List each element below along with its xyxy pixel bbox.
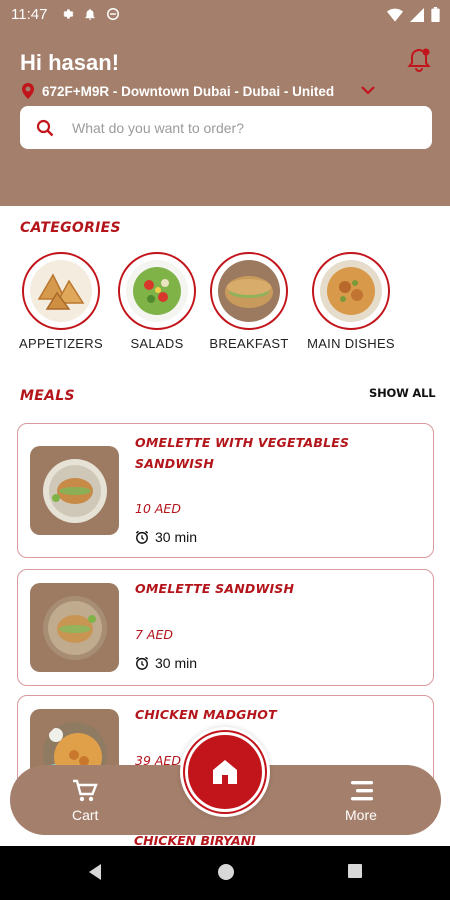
appetizers-image (30, 260, 92, 322)
recents-icon[interactable] (347, 863, 363, 879)
chevron-down-icon[interactable] (360, 85, 376, 95)
meal-time-text: 30 min (155, 655, 198, 671)
menu-icon (350, 781, 373, 801)
meal-image (30, 583, 119, 672)
category-appetizers[interactable]: APPETIZERS (6, 252, 116, 351)
status-bar: 11:47 (0, 0, 450, 30)
category-breakfast[interactable]: BREAKFAST (194, 252, 304, 351)
no-disturb-icon (107, 8, 119, 20)
search-bar[interactable] (20, 106, 432, 149)
search-input[interactable] (72, 119, 392, 136)
home-button-inner (185, 732, 265, 812)
category-image (312, 252, 390, 330)
meal-card[interactable]: OMELETTE WITH VEGETABLES SANDWISH 10 AED… (17, 423, 434, 558)
header: Hi hasan! 672F+M9R - Downtown Dubai - Du… (0, 30, 450, 206)
back-icon[interactable] (87, 863, 103, 881)
categories-title: CATEGORIES (20, 220, 121, 236)
home-circle-icon[interactable] (217, 863, 235, 881)
notifications-button[interactable] (405, 46, 433, 79)
alarm-clock-icon (135, 656, 149, 670)
system-nav-bar (0, 846, 450, 900)
greeting: Hi hasan! (20, 50, 120, 75)
signal-icon (410, 7, 424, 22)
home-button[interactable] (180, 727, 270, 817)
meal-time: 30 min (135, 529, 197, 545)
cart-button[interactable]: Cart (72, 779, 98, 823)
more-button[interactable]: More (345, 779, 377, 823)
category-image (210, 252, 288, 330)
show-all-link[interactable]: SHOW ALL (369, 386, 436, 400)
category-label: APPETIZERS (19, 336, 103, 351)
meal-name: OMELETTE WITH VEGETABLES SANDWISH (135, 435, 350, 471)
omelette-vegetables-image (42, 458, 107, 523)
meal-card[interactable]: OMELETTE SANDWISH 7 AED 30 min (17, 569, 434, 686)
category-image (118, 252, 196, 330)
location-text: 672F+M9R - Downtown Dubai - Dubai - Unit… (42, 83, 335, 99)
category-label: BREAKFAST (209, 336, 289, 351)
main-dishes-image (320, 260, 382, 322)
meal-name: OMELETTE SANDWISH (135, 581, 295, 596)
more-label: More (345, 807, 377, 823)
wifi-icon (387, 8, 403, 22)
location-pin-icon (22, 83, 34, 99)
battery-icon (431, 7, 440, 22)
gear-icon (63, 9, 74, 19)
meal-name: CHICKEN MADGHOT (135, 707, 277, 722)
meal-price: 7 AED (135, 627, 174, 642)
breakfast-image (218, 260, 280, 322)
cart-label: Cart (72, 807, 99, 823)
meal-price: 10 AED (135, 501, 181, 516)
categories-list: APPETIZERS SALADS BREAKFAST MAIN DISHES (0, 252, 450, 362)
bell-icon (85, 8, 95, 20)
category-image (22, 252, 100, 330)
status-time: 11:47 (11, 6, 48, 23)
category-main-dishes[interactable]: MAIN DISHES (296, 252, 406, 351)
location-selector[interactable]: 672F+M9R - Downtown Dubai - Dubai - Unit… (22, 83, 334, 99)
meal-image (30, 446, 119, 535)
search-icon (36, 119, 54, 137)
cart-icon (73, 779, 98, 802)
alarm-clock-icon (135, 530, 149, 544)
meals-title: MEALS (20, 388, 75, 404)
notification-bell-icon (407, 48, 431, 72)
salads-image (126, 260, 188, 322)
meal-time-text: 30 min (155, 529, 198, 545)
home-icon (213, 760, 237, 784)
category-label: MAIN DISHES (307, 336, 395, 351)
omelette-sandwich-image (42, 595, 107, 660)
meal-time: 30 min (135, 655, 197, 671)
